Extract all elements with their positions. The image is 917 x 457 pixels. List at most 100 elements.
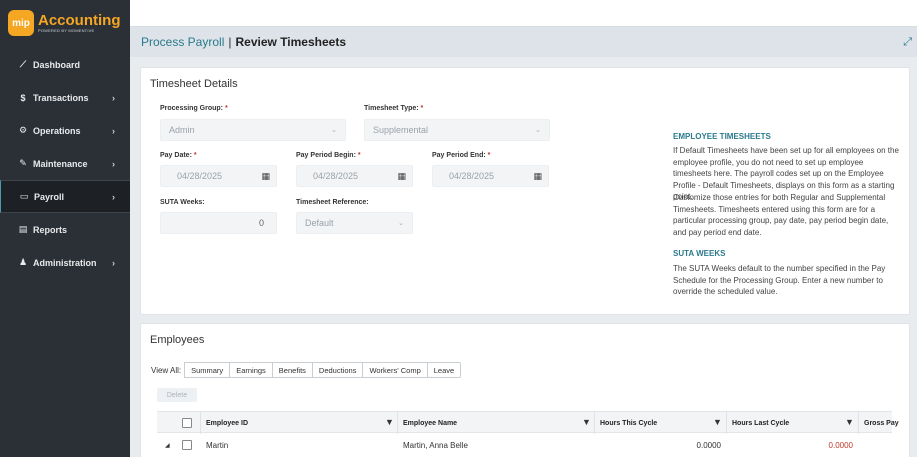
card-title: Timesheet Details — [150, 78, 238, 90]
wrench-icon: ✎ — [19, 158, 27, 168]
date-value: 04/28/2025 — [177, 171, 223, 181]
main-nav: ⟋ Dashboard $ Transactions › ⚙ Operation… — [0, 48, 130, 279]
suta-weeks-label: SUTA Weeks: — [160, 199, 205, 206]
expand-row-icon[interactable]: ◢ — [165, 433, 170, 457]
column-header-employee-name[interactable]: Employee Name — [397, 412, 594, 434]
gears-icon: ⚙ — [18, 125, 28, 135]
nav-label: Reports — [33, 224, 68, 235]
help-text-suta: The SUTA Weeks default to the number spe… — [673, 264, 886, 297]
calendar-icon[interactable]: ▦ — [397, 171, 406, 182]
help-title-suta: SUTA WEEKS — [673, 249, 726, 258]
chevron-down-icon: ⌄ — [331, 127, 337, 134]
nav-label: Transactions — [33, 92, 89, 103]
cell-employee-id: Martin — [206, 440, 229, 450]
filter-icon[interactable]: ▼ — [713, 417, 722, 427]
nav-label: Administration — [33, 257, 97, 268]
filter-icon[interactable]: ▼ — [845, 417, 854, 427]
breadcrumb-separator: | — [228, 35, 232, 49]
timesheet-type-label: Timesheet Type: * — [364, 105, 424, 112]
nav-label: Operations — [33, 125, 81, 136]
input-value: 0 — [258, 218, 264, 228]
nav-label: Maintenance — [33, 158, 88, 169]
cell-hours-this-cycle: 0.0000 — [696, 440, 721, 450]
chevron-right-icon: › — [112, 125, 115, 136]
date-value: 04/28/2025 — [449, 171, 495, 181]
logo-badge: mip — [8, 10, 34, 36]
select-value: Default — [305, 218, 334, 228]
table-row[interactable]: ◢ Martin Martin, Anna Belle 0.0000 0.000… — [157, 433, 892, 457]
view-leave-button[interactable]: Leave — [426, 362, 462, 378]
view-deductions-button[interactable]: Deductions — [311, 362, 364, 378]
nav-item-reports[interactable]: ▤ Reports — [0, 213, 130, 246]
timesheet-ref-label: Timesheet Reference: — [296, 199, 369, 206]
top-bar — [130, 0, 917, 27]
chevron-right-icon: › — [112, 92, 115, 103]
nav-label: Payroll — [34, 191, 65, 202]
view-workers-comp-button[interactable]: Workers' Comp — [362, 362, 428, 378]
nav-item-administration[interactable]: ♟ Administration › — [0, 246, 130, 279]
column-header-hours-this-cycle[interactable]: Hours This Cycle — [594, 412, 726, 434]
file-icon: ▤ — [18, 224, 28, 234]
filter-icon[interactable]: ▼ — [582, 417, 591, 427]
pay-date-label: Pay Date: * — [160, 152, 197, 159]
period-end-input[interactable]: 04/28/2025 ▦ — [432, 165, 549, 187]
expand-icon[interactable]: ⤢ — [903, 36, 912, 49]
page-title: Review Timesheets — [235, 35, 347, 49]
chevron-right-icon: › — [112, 191, 115, 202]
help-title-timesheets: EMPLOYEE TIMESHEETS — [673, 132, 771, 141]
filter-icon[interactable]: ▼ — [385, 417, 394, 427]
calendar-icon[interactable]: ▦ — [533, 171, 542, 182]
nav-item-dashboard[interactable]: ⟋ Dashboard — [0, 48, 130, 81]
chevron-down-icon: ⌄ — [398, 220, 404, 227]
logo-subtitle: POWERED BY MOMENTIVE — [38, 28, 95, 33]
users-icon: ♟ — [18, 257, 28, 267]
processing-group-select[interactable]: Admin ⌄ — [160, 119, 346, 141]
select-value: Supplemental — [373, 125, 429, 135]
select-value: Admin — [169, 125, 195, 135]
sidebar: mip Accounting POWERED BY MOMENTIVE ⟋ Da… — [0, 0, 130, 457]
nav-item-transactions[interactable]: $ Transactions › — [0, 81, 130, 114]
breadcrumb-parent[interactable]: Process Payroll — [141, 35, 224, 49]
row-checkbox[interactable] — [182, 440, 192, 450]
nav-item-operations[interactable]: ⚙ Operations › — [0, 114, 130, 147]
delete-button[interactable]: Delete — [157, 388, 197, 402]
chevron-down-icon: ⌄ — [535, 127, 541, 134]
date-value: 04/28/2025 — [313, 171, 359, 181]
employees-grid: Employee ID ▼ Employee Name ▼ Hours This… — [157, 411, 899, 457]
period-begin-label: Pay Period Begin: * — [296, 152, 361, 159]
period-end-label: Pay Period End: * — [432, 152, 491, 159]
timesheet-type-select[interactable]: Supplemental ⌄ — [364, 119, 550, 141]
view-benefits-button[interactable]: Benefits — [271, 362, 313, 378]
timesheet-details-card: Timesheet Details Processing Group: * Ad… — [140, 67, 910, 315]
chevron-right-icon: › — [112, 158, 115, 169]
column-header-employee-id[interactable]: Employee ID — [200, 412, 397, 434]
nav-item-payroll[interactable]: ▭ Payroll › — [0, 180, 130, 213]
column-header-hours-last-cycle[interactable]: Hours Last Cycle — [726, 412, 858, 434]
timesheet-ref-select[interactable]: Default ⌄ — [296, 212, 413, 234]
view-all-label: View All: — [151, 365, 182, 375]
cell-hours-last-cycle: 0.0000 — [828, 440, 853, 450]
column-header-gross-pay[interactable]: Gross Pay — [858, 412, 909, 434]
view-all-group: View All: Summary Earnings Benefits Dedu… — [151, 362, 462, 378]
page-header: Process Payroll | Review Timesheets ⤢ — [130, 27, 917, 57]
view-summary-button[interactable]: Summary — [184, 362, 231, 378]
calendar-icon[interactable]: ▦ — [261, 171, 270, 182]
chart-icon: ⟋ — [19, 59, 27, 69]
help-text-customize: Customize those entries for both Regular… — [673, 193, 889, 237]
money-icon: ▭ — [19, 191, 29, 201]
nav-label: Dashboard — [33, 59, 81, 70]
period-begin-input[interactable]: 04/28/2025 ▦ — [296, 165, 413, 187]
app-logo[interactable]: mip Accounting POWERED BY MOMENTIVE — [0, 0, 130, 46]
select-all-checkbox[interactable] — [182, 418, 192, 428]
pay-date-input[interactable]: 04/28/2025 ▦ — [160, 165, 277, 187]
chevron-right-icon: › — [112, 257, 115, 268]
cell-employee-name: Martin, Anna Belle — [403, 440, 468, 450]
logo-title: Accounting — [38, 12, 121, 29]
employees-card: Employees View All: Summary Earnings Ben… — [140, 323, 910, 457]
view-earnings-button[interactable]: Earnings — [229, 362, 273, 378]
dollar-icon: $ — [20, 92, 26, 103]
processing-group-label: Processing Group: * — [160, 105, 228, 112]
suta-weeks-input[interactable]: 0 — [160, 212, 277, 234]
nav-item-maintenance[interactable]: ✎ Maintenance › — [0, 147, 130, 180]
grid-header: Employee ID ▼ Employee Name ▼ Hours This… — [157, 411, 899, 434]
